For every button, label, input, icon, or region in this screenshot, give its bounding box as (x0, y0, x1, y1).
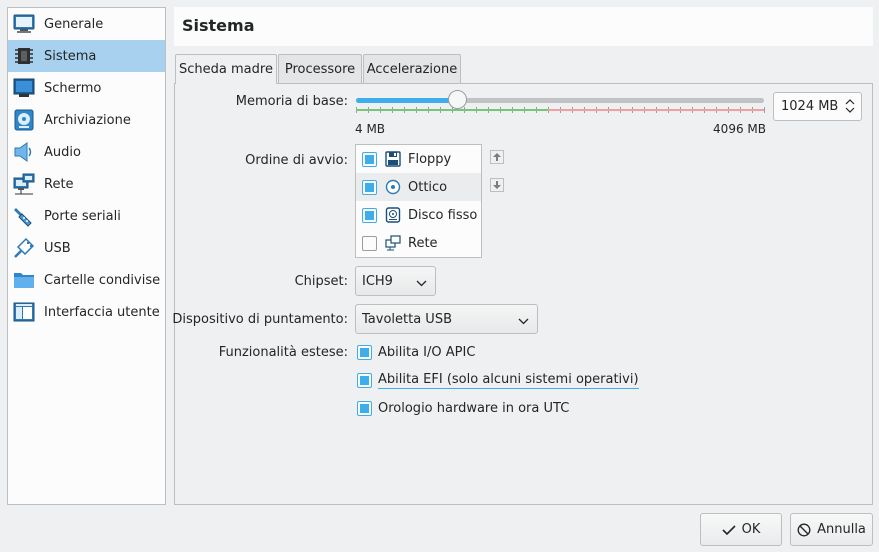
floppy-icon (385, 151, 401, 167)
boot-move-up-button[interactable] (490, 150, 504, 164)
sidebar-item-label: Rete (44, 176, 74, 192)
memory-spinbox-value: 1024 MB (781, 99, 839, 114)
memory-slider-track[interactable] (356, 98, 764, 103)
tab-label: Scheda madre (179, 62, 273, 77)
boot-item-floppy[interactable]: Floppy (356, 145, 481, 173)
display-icon (12, 76, 36, 100)
page-title: Sistema (182, 16, 255, 35)
boot-item-label: Disco fisso (408, 207, 478, 223)
memory-label: Memoria di base: (235, 94, 348, 109)
boot-floppy-checkbox[interactable] (362, 151, 377, 167)
memory-spinbox[interactable]: 1024 MB (773, 92, 862, 121)
chip-icon (12, 44, 36, 68)
cancel-button[interactable]: Annulla (790, 513, 873, 546)
boot-item-label: Floppy (408, 151, 452, 167)
ok-button[interactable]: OK (700, 513, 782, 546)
efi-checkbox[interactable] (357, 372, 372, 388)
utc-clock-label: Orologio hardware in ora UTC (378, 400, 570, 416)
sidebar-item-label: Porte seriali (44, 208, 121, 224)
boot-item-label: Ottico (408, 179, 448, 195)
sidebar-item-label: Generale (44, 16, 104, 32)
efi-option[interactable]: Abilita EFI (solo alcuni sistemi operati… (357, 370, 639, 390)
sidebar-item-label: Schermo (44, 80, 102, 96)
boot-item-disco-fisso[interactable]: Disco fisso (356, 201, 481, 229)
slider-danger-zone (548, 109, 764, 111)
usb-icon (12, 236, 36, 260)
io-apic-checkbox[interactable] (357, 344, 372, 360)
sidebar-item-label: Cartelle condivise (44, 272, 161, 288)
disk-storage-icon (12, 108, 36, 132)
hard-disk-icon (385, 207, 401, 223)
sidebar-item-label: USB (44, 240, 71, 256)
memory-max-label: 4096 MB (713, 122, 766, 136)
cancel-icon (797, 523, 811, 537)
tab-label: Accelerazione (366, 61, 458, 77)
chevron-down-icon (416, 276, 427, 291)
sidebar-item-porte-seriali[interactable]: Porte seriali (8, 200, 165, 232)
pointing-device-select[interactable]: Tavoletta USB (355, 304, 538, 334)
boot-optical-checkbox[interactable] (362, 179, 377, 195)
sidebar-item-rete[interactable]: Rete (8, 168, 165, 200)
memory-slider-fill (356, 98, 458, 103)
network-boot-icon (385, 235, 401, 251)
sidebar-item-interfaccia-utente[interactable]: Interfaccia utente (8, 296, 165, 328)
network-icon (12, 172, 36, 196)
sidebar-item-label: Audio (44, 144, 81, 160)
monitor-general-icon (12, 12, 36, 36)
tab-accelerazione[interactable]: Accelerazione (363, 54, 461, 83)
ui-window-icon (12, 300, 36, 324)
sidebar-item-generale[interactable]: Generale (8, 8, 165, 40)
io-apic-label: Abilita I/O APIC (378, 344, 476, 360)
chipset-label: Chipset: (294, 274, 348, 289)
serial-port-icon (12, 204, 36, 228)
arrow-down-icon (493, 178, 501, 193)
memory-min-label: 4 MB (355, 122, 386, 136)
boot-hdd-checkbox[interactable] (362, 207, 377, 223)
sidebar-item-schermo[interactable]: Schermo (8, 72, 165, 104)
chipset-value: ICH9 (362, 273, 393, 289)
motherboard-panel (174, 83, 873, 505)
sidebar-item-archiviazione[interactable]: Archiviazione (8, 104, 165, 136)
extended-features-label: Funzionalità estese: (218, 345, 348, 360)
boot-item-label: Rete (408, 235, 438, 251)
chevron-down-icon (518, 314, 529, 329)
boot-move-down-button[interactable] (490, 178, 504, 192)
tab-scheda-madre[interactable]: Scheda madre (175, 54, 277, 84)
memory-slider-handle[interactable] (448, 90, 467, 109)
sidebar-item-cartelle-condivise[interactable]: Cartelle condivise (8, 264, 165, 296)
chipset-select[interactable]: ICH9 (355, 266, 436, 296)
utc-clock-checkbox[interactable] (357, 400, 372, 416)
boot-network-checkbox[interactable] (362, 235, 377, 251)
sidebar-item-sistema[interactable]: Sistema (8, 40, 165, 72)
optical-disc-icon (385, 179, 401, 195)
sidebar-item-usb[interactable]: USB (8, 232, 165, 264)
boot-order-label: Ordine di avvio: (245, 153, 348, 168)
pointing-device-label: Dispositivo di puntamento: (172, 312, 348, 327)
memory-slider-zones (356, 109, 764, 112)
folder-icon (12, 268, 36, 292)
settings-sidebar: Generale Sistema Schermo Archiviazione A… (7, 7, 166, 505)
sidebar-item-label: Archiviazione (44, 112, 131, 128)
page-header: Sistema (174, 7, 873, 46)
io-apic-option[interactable]: Abilita I/O APIC (357, 342, 475, 362)
boot-item-ottico[interactable]: Ottico (356, 173, 481, 201)
utc-clock-option[interactable]: Orologio hardware in ora UTC (357, 398, 569, 418)
sidebar-item-label: Sistema (44, 48, 97, 64)
check-icon (722, 524, 736, 536)
tab-label: Processore (284, 61, 356, 77)
slider-tick (764, 107, 765, 113)
sidebar-item-audio[interactable]: Audio (8, 136, 165, 168)
arrow-up-icon (493, 150, 501, 165)
tab-processore[interactable]: Processore (278, 54, 362, 83)
slider-safe-zone (356, 109, 548, 111)
pointing-device-value: Tavoletta USB (362, 311, 452, 327)
boot-order-list: Floppy Ottico Disco fisso Rete (355, 144, 482, 258)
speaker-icon (12, 140, 36, 164)
ok-label: OK (741, 522, 761, 537)
efi-label: Abilita EFI (solo alcuni sistemi operati… (378, 371, 639, 389)
sidebar-item-label: Interfaccia utente (44, 304, 160, 320)
spinbox-arrows-icon[interactable] (845, 97, 855, 118)
cancel-label: Annulla (817, 522, 866, 537)
boot-item-rete[interactable]: Rete (356, 229, 481, 257)
